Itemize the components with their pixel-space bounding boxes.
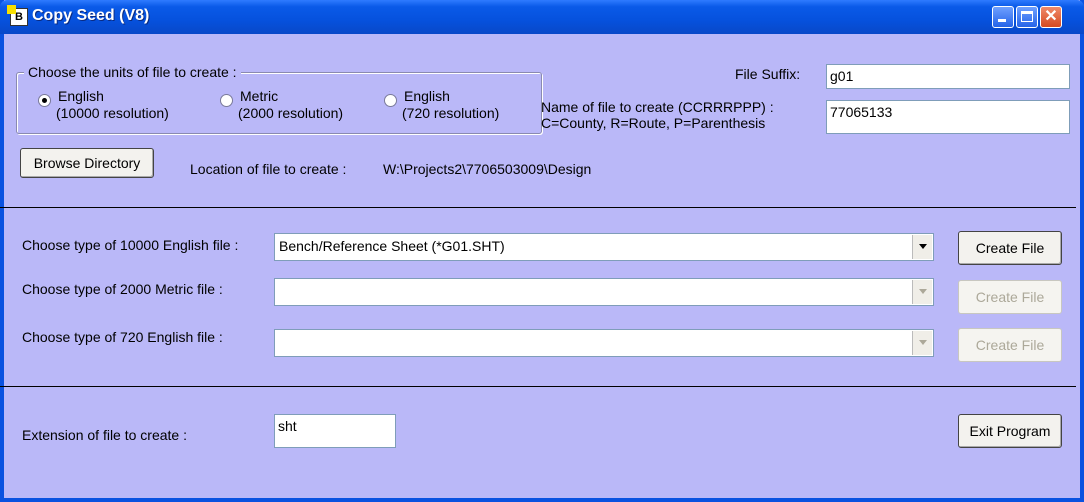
create-file-720-button[interactable]: Create File	[958, 328, 1062, 362]
extension-label: Extension of file to create :	[22, 427, 187, 443]
extension-input[interactable]: sht	[274, 414, 396, 448]
file-type-720-label: Choose type of 720 English file :	[22, 329, 223, 345]
file-type-2000-label: Choose type of 2000 Metric file :	[22, 281, 223, 297]
radio-english-720[interactable]	[384, 94, 397, 107]
radio-english-10000[interactable]	[38, 94, 51, 107]
file-type-720-dropdown[interactable]	[274, 329, 934, 357]
radio-english-720-label-1: English	[404, 88, 450, 104]
location-label: Location of file to create :	[190, 161, 347, 177]
browse-directory-button[interactable]: Browse Directory	[20, 148, 154, 178]
file-type-10000-value: Bench/Reference Sheet (*G01.SHT)	[279, 238, 505, 254]
dropdown-arrow-icon[interactable]	[912, 280, 932, 304]
dropdown-arrow-icon[interactable]	[912, 331, 932, 355]
exit-program-button[interactable]: Exit Program	[958, 414, 1062, 448]
minimize-icon[interactable]	[992, 6, 1014, 28]
app-icon: B	[7, 5, 28, 26]
close-icon[interactable]: ✕	[1040, 6, 1062, 28]
create-file-2000-button[interactable]: Create File	[958, 280, 1062, 314]
separator	[0, 386, 1076, 387]
file-type-10000-label: Choose type of 10000 English file :	[22, 237, 239, 253]
create-file-10000-button[interactable]: Create File	[958, 231, 1062, 265]
file-type-2000-dropdown[interactable]	[274, 278, 934, 306]
filename-input[interactable]: 77065133	[826, 100, 1070, 134]
maximize-icon[interactable]	[1016, 6, 1038, 28]
units-legend: Choose the units of file to create :	[24, 64, 241, 80]
dropdown-arrow-icon[interactable]	[912, 235, 932, 259]
radio-metric-2000[interactable]	[220, 94, 233, 107]
filename-hint: C=County, R=Route, P=Parenthesis	[541, 115, 766, 131]
radio-metric-2000-label-2: (2000 resolution)	[238, 105, 344, 121]
separator	[0, 207, 1076, 208]
window-title: Copy Seed (V8)	[32, 7, 150, 24]
radio-english-10000-label-2: (10000 resolution)	[56, 105, 169, 121]
location-value: W:\Projects2\7706503009\Design	[383, 161, 592, 177]
file-suffix-input[interactable]: g01	[826, 64, 1070, 89]
filename-label: Name of file to create (CCRRRPPP) :	[541, 99, 774, 115]
title-bar[interactable]: B Copy Seed (V8) ✕	[0, 0, 1084, 34]
file-type-10000-dropdown[interactable]: Bench/Reference Sheet (*G01.SHT)	[274, 233, 934, 261]
radio-english-720-label-2: (720 resolution)	[402, 105, 500, 121]
radio-english-10000-label-1: English	[58, 88, 104, 104]
file-suffix-label: File Suffix:	[735, 66, 801, 82]
radio-metric-2000-label-1: Metric	[240, 88, 279, 104]
